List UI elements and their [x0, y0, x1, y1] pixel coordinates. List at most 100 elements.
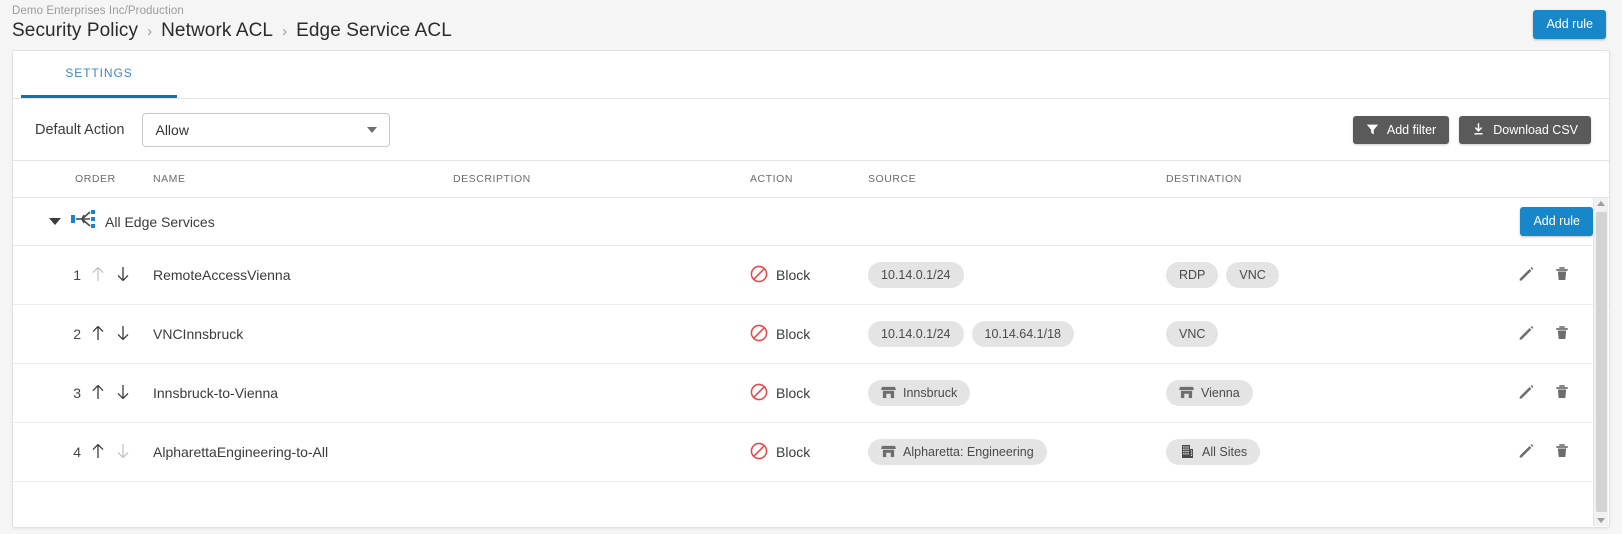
destination-chip-label: All Sites — [1202, 445, 1248, 459]
row-tools — [1449, 442, 1593, 463]
rule-source: 10.14.0.1/24 — [868, 262, 1166, 288]
settings-card: SETTINGS Default Action Allow Add filter… — [12, 50, 1610, 528]
scrollbar-thumb[interactable] — [1595, 212, 1607, 512]
column-header-destination: DESTINATION — [1166, 173, 1242, 185]
move-up-icon[interactable] — [90, 442, 106, 463]
source-chip-label: 10.14.0.1/24 — [881, 327, 951, 341]
rule-action-label: Block — [776, 267, 811, 283]
row-order-number: 2 — [73, 326, 81, 342]
table-body: All Edge Services Add rule 1 RemoteAcces… — [13, 198, 1609, 527]
row-tools — [1449, 265, 1593, 286]
rule-action: Block — [750, 383, 868, 404]
group-label: All Edge Services — [105, 213, 215, 230]
destination-chip-label: Vienna — [1201, 386, 1240, 400]
delete-icon[interactable] — [1553, 265, 1571, 286]
block-icon — [750, 383, 768, 404]
chevron-down-icon[interactable] — [49, 218, 61, 225]
move-up-icon[interactable] — [90, 383, 106, 404]
order-cell: 1 — [13, 265, 153, 286]
source-chip-label: Innsbruck — [903, 386, 958, 400]
edit-icon[interactable] — [1517, 383, 1535, 404]
tenant-path: Demo Enterprises Inc/Production — [12, 5, 184, 17]
edit-icon[interactable] — [1517, 265, 1535, 286]
order-cell: 2 — [13, 324, 153, 345]
service-branch-icon — [71, 208, 97, 235]
block-icon — [750, 265, 768, 286]
rule-action: Block — [750, 265, 868, 286]
source-chip[interactable]: 10.14.0.1/24 — [868, 262, 964, 288]
breadcrumb-item-edge-service-acl[interactable]: Edge Service ACL — [296, 20, 452, 42]
source-chip-label: 10.14.64.1/18 — [984, 327, 1061, 341]
group-add-rule-button[interactable]: Add rule — [1520, 207, 1593, 236]
source-chip-label: 10.14.0.1/24 — [881, 268, 951, 282]
row-tools — [1449, 324, 1593, 345]
move-down-icon[interactable] — [115, 265, 131, 286]
delete-icon[interactable] — [1553, 442, 1571, 463]
rule-action-label: Block — [776, 385, 811, 401]
download-csv-button[interactable]: Download CSV — [1459, 115, 1591, 144]
site-icon — [1179, 385, 1194, 402]
destination-chip-label: VNC — [1179, 327, 1206, 341]
table-scrollbar[interactable] — [1593, 198, 1608, 526]
scroll-down-icon[interactable] — [1597, 518, 1605, 523]
breadcrumb-item-security-policy[interactable]: Security Policy — [12, 20, 138, 42]
column-header-name: NAME — [153, 173, 186, 185]
delete-icon[interactable] — [1553, 324, 1571, 345]
table-row[interactable]: 1 RemoteAccessVienna Block 10.14.0.1/24 — [13, 246, 1609, 305]
building-icon — [1179, 443, 1195, 462]
default-action-select[interactable]: Allow — [142, 112, 391, 147]
block-icon — [750, 442, 768, 463]
add-filter-button[interactable]: Add filter — [1352, 115, 1450, 144]
source-chip[interactable]: 10.14.0.1/24 — [868, 321, 964, 347]
default-action-value: Allow — [155, 121, 189, 138]
rule-action-label: Block — [776, 326, 811, 342]
add-filter-label: Add filter — [1386, 122, 1437, 137]
rule-source: Innsbruck — [868, 380, 1166, 406]
table-row[interactable]: 2 VNCInnsbruck Block 10.14.0.1/24 10.14.… — [13, 305, 1609, 364]
tab-settings[interactable]: SETTINGS — [21, 51, 177, 98]
download-csv-label: Download CSV — [1493, 122, 1578, 137]
table-header-row: ORDER NAME DESCRIPTION ACTION SOURCE DES… — [13, 160, 1609, 198]
destination-chip-label: VNC — [1239, 268, 1266, 282]
table-row[interactable]: 3 Innsbruck-to-Vienna Block Innsbruck Vi… — [13, 364, 1609, 423]
rule-name: RemoteAccessVienna — [153, 267, 291, 283]
destination-chip[interactable]: Vienna — [1166, 380, 1253, 406]
rule-destination: RDP VNC — [1166, 262, 1449, 288]
row-tools — [1449, 383, 1593, 404]
breadcrumb: Security Policy › Network ACL › Edge Ser… — [12, 20, 1606, 42]
download-icon — [1472, 123, 1485, 136]
rule-name: AlpharettaEngineering-to-All — [153, 444, 329, 460]
destination-chip[interactable]: All Sites — [1166, 439, 1261, 465]
rule-destination: VNC — [1166, 321, 1449, 347]
source-chip[interactable]: Alpharetta: Engineering — [868, 439, 1047, 465]
rule-name: VNCInnsbruck — [153, 326, 244, 342]
rule-source: Alpharetta: Engineering — [868, 439, 1166, 465]
rule-action: Block — [750, 324, 868, 345]
scroll-up-icon[interactable] — [1597, 201, 1605, 206]
source-chip[interactable]: Innsbruck — [868, 380, 971, 406]
chevron-down-icon — [367, 126, 378, 133]
order-cell: 4 — [13, 442, 153, 463]
header-add-rule-button[interactable]: Add rule — [1533, 10, 1606, 39]
destination-chip[interactable]: VNC — [1166, 321, 1219, 347]
breadcrumb-item-network-acl[interactable]: Network ACL — [161, 20, 273, 42]
filter-icon — [1366, 123, 1379, 136]
order-cell: 3 — [13, 383, 153, 404]
rule-action: Block — [750, 442, 868, 463]
toolbar: Default Action Allow Add filter Download… — [13, 99, 1609, 160]
breadcrumb-separator-icon: › — [147, 23, 153, 40]
move-up-icon[interactable] — [90, 324, 106, 345]
move-down-icon[interactable] — [115, 324, 131, 345]
destination-chip[interactable]: RDP — [1166, 262, 1219, 288]
source-chip[interactable]: 10.14.64.1/18 — [971, 321, 1074, 347]
destination-chip[interactable]: VNC — [1226, 262, 1279, 288]
table-row[interactable]: 4 AlpharettaEngineering-to-All Block Alp… — [13, 423, 1609, 482]
move-down-icon[interactable] — [115, 383, 131, 404]
delete-icon[interactable] — [1553, 383, 1571, 404]
breadcrumb-separator-icon: › — [282, 23, 288, 40]
group-row-all-edge-services[interactable]: All Edge Services Add rule — [13, 198, 1609, 246]
rule-source: 10.14.0.1/24 10.14.64.1/18 — [868, 321, 1166, 347]
edit-icon[interactable] — [1517, 442, 1535, 463]
edit-icon[interactable] — [1517, 324, 1535, 345]
rule-destination: All Sites — [1166, 439, 1449, 465]
